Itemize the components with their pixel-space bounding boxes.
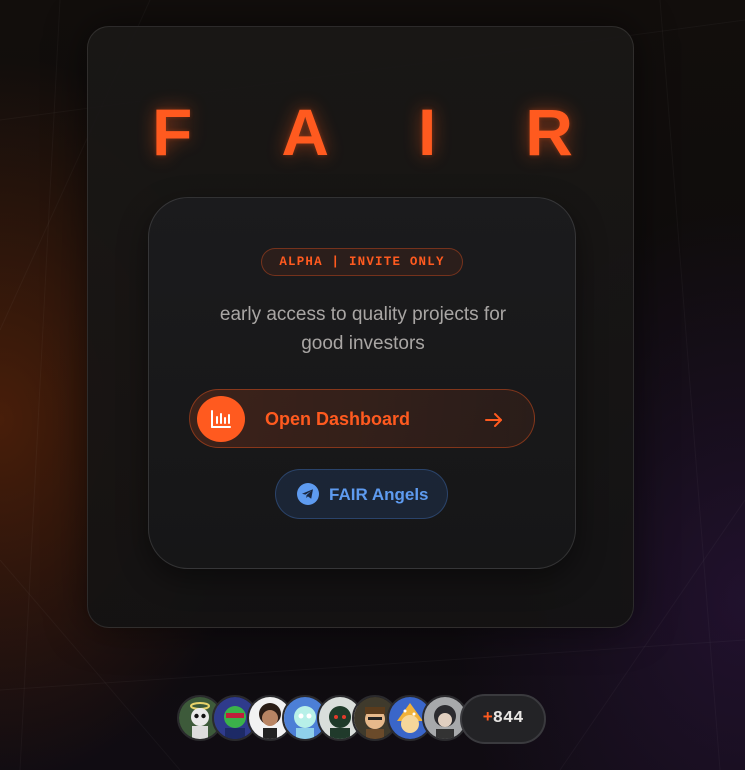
main-card: F A I R ALPHA | INVITE ONLY early access…: [87, 26, 634, 628]
tagline-line-1: early access to quality projects for: [219, 304, 507, 325]
fair-angels-label: FAIR Angels: [329, 485, 429, 504]
brand-letter-i: I: [417, 95, 437, 169]
community-avatars: +844: [177, 694, 547, 745]
access-panel: ALPHA | INVITE ONLY early access to qual…: [148, 197, 576, 569]
count-number: 844: [492, 709, 524, 728]
tagline-line-2: good investors: [301, 333, 425, 354]
tagline: early access to quality projects for goo…: [179, 300, 547, 358]
open-dashboard-button[interactable]: Open Dashboard: [189, 389, 535, 448]
extra-members-count: +844: [460, 694, 546, 744]
brand-letter-a: A: [281, 95, 329, 169]
bar-chart-icon: [197, 396, 245, 442]
status-badge: ALPHA | INVITE ONLY: [261, 248, 463, 276]
telegram-icon: [297, 483, 319, 505]
brand-letter-r: R: [525, 95, 573, 169]
brand-logo: F A I R: [88, 99, 635, 165]
brand-letter-f: F: [152, 95, 193, 169]
count-plus-sign: +: [482, 709, 493, 728]
fair-angels-telegram-button[interactable]: FAIR Angels: [275, 469, 448, 519]
arrow-right-icon: [485, 413, 502, 427]
open-dashboard-label: Open Dashboard: [265, 409, 411, 429]
